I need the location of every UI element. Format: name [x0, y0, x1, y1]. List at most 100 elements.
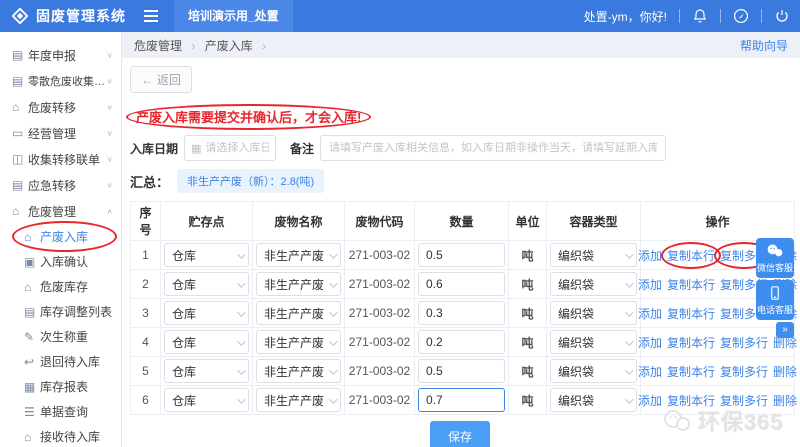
sidebar-item-return-pending-inbound[interactable]: ↩ 退回待入库	[0, 349, 121, 374]
sidebar-item-secondary-weighing[interactable]: ✎ 次生称重	[0, 324, 121, 349]
sidebar-item-stock-report[interactable]: ▦ 库存报表	[0, 374, 121, 399]
waste-name-select[interactable]: 非生产产废	[256, 243, 341, 267]
sidebar-item-waste-inbound[interactable]: ⌂ 产废入库	[0, 221, 121, 252]
sidebar-item-waste-stock[interactable]: ⌂ 危废库存	[0, 274, 121, 299]
quantity-input[interactable]	[418, 243, 505, 267]
quantity-input[interactable]	[418, 359, 505, 383]
wechat-service-button[interactable]: 微信客服	[756, 238, 794, 278]
copy-row-link[interactable]: 复制本行	[667, 363, 715, 380]
copy-multi-link[interactable]: 复制多行	[720, 363, 768, 380]
quantity-input[interactable]	[418, 330, 505, 354]
bell-icon[interactable]	[692, 8, 708, 24]
chevron-down-icon	[237, 250, 246, 259]
sidebar-item-business-mgmt[interactable]: ▭ 经营管理 ∨	[0, 120, 121, 146]
main-content: 危废管理 › 产废入库 › 帮助向导 ← 返回 产废入库需要提交并确认后，才会入…	[122, 32, 800, 447]
add-row-link[interactable]: 添加	[638, 392, 662, 409]
sidebar-item-receive-pending-inbound[interactable]: ⌂ 接收待入库	[0, 424, 121, 447]
copy-row-link[interactable]: 复制本行	[667, 249, 715, 263]
sidebar-item-waste-transfer[interactable]: ⌂ 危废转移 ∨	[0, 94, 121, 120]
col-header-quantity: 数量	[414, 201, 509, 241]
container-select[interactable]: 编织袋	[550, 272, 637, 296]
chevron-down-icon	[237, 337, 246, 346]
manifest-icon: ◫	[12, 152, 24, 166]
wechat-logo-icon	[664, 410, 691, 431]
unit-label: 吨	[508, 269, 547, 299]
menu-toggle-icon[interactable]	[144, 10, 158, 22]
waste-name-select[interactable]: 非生产产废	[256, 330, 341, 354]
add-row-link[interactable]: 添加	[638, 305, 662, 322]
unit-label: 吨	[508, 385, 547, 415]
breadcrumb: 危废管理 › 产废入库 › 帮助向导	[122, 32, 800, 58]
sidebar-item-collection-manifest[interactable]: ◫ 收集转移联单 ∨	[0, 146, 121, 172]
help-guide-link[interactable]: 帮助向导	[740, 37, 788, 54]
sidebar-item-annual-report[interactable]: ▤ 年度申报 ∨	[0, 42, 121, 68]
storage-select[interactable]: 仓库	[164, 359, 249, 383]
chevron-down-icon	[237, 366, 246, 375]
chevron-down-icon	[625, 337, 634, 346]
summary-label: 汇总：	[130, 174, 170, 190]
copy-row-link[interactable]: 复制本行	[667, 276, 715, 293]
breadcrumb-item-current[interactable]: 产废入库	[205, 39, 253, 53]
storage-select[interactable]: 仓库	[164, 301, 249, 325]
sidebar-item-document-query[interactable]: ☰ 单据查询	[0, 399, 121, 424]
storage-select[interactable]: 仓库	[164, 243, 249, 267]
phone-service-button[interactable]: 电话客服	[756, 280, 794, 320]
col-header-container: 容器类型	[546, 201, 641, 241]
chevron-down-icon	[329, 366, 338, 375]
row-number: 2	[130, 269, 161, 299]
sidebar-item-waste-mgmt[interactable]: ⌂ 危废管理 ∧	[0, 198, 121, 224]
guide-icon[interactable]	[733, 8, 749, 24]
back-button[interactable]: ← 返回	[130, 66, 193, 93]
list-icon: ☰	[24, 404, 35, 419]
quantity-input[interactable]	[418, 272, 505, 296]
sidebar-item-stock-adjust-list[interactable]: ▤ 库存调整列表	[0, 299, 121, 324]
sidebar-item-emergency-transfer[interactable]: ▤ 应急转移 ∨	[0, 172, 121, 198]
waste-name-select[interactable]: 非生产产废	[256, 359, 341, 383]
copy-row-link[interactable]: 复制本行	[667, 305, 715, 322]
storage-select[interactable]: 仓库	[164, 330, 249, 354]
storage-select[interactable]: 仓库	[164, 388, 249, 412]
quantity-input[interactable]	[418, 301, 505, 325]
container-select[interactable]: 编织袋	[550, 359, 637, 383]
remark-input[interactable]	[320, 135, 667, 161]
table-row: 2 仓库 非生产产废 271-003-02 吨 编织袋 添加 复制本行 复制多行…	[130, 269, 797, 299]
chevron-down-icon	[329, 308, 338, 317]
quantity-input[interactable]	[418, 388, 505, 412]
sidebar-item-scattered-waste[interactable]: ▤ 零散危废收集填报 ∨	[0, 68, 121, 94]
chevron-down-icon	[625, 308, 634, 317]
table-row: 1 仓库 非生产产废 271-003-02 吨 编织袋 添加 复制本行 复制多行…	[130, 240, 797, 270]
container-select[interactable]: 编织袋	[550, 243, 637, 267]
sidebar-item-inbound-confirm[interactable]: ▣ 入库确认	[0, 249, 121, 274]
inbound-date-picker[interactable]: ▦	[184, 135, 277, 161]
container-select[interactable]: 编织袋	[550, 301, 637, 325]
chevron-down-icon: ∨	[106, 154, 113, 163]
logout-power-icon[interactable]	[774, 8, 790, 24]
tab-active[interactable]: 培训演示用_处置	[174, 0, 293, 32]
waste-name-select[interactable]: 非生产产废	[256, 272, 341, 296]
collapse-panel-button[interactable]: »	[776, 322, 794, 338]
delete-row-link[interactable]: 删除	[773, 363, 797, 380]
container-select[interactable]: 编织袋	[550, 388, 637, 412]
chevron-down-icon	[237, 395, 246, 404]
container-select[interactable]: 编织袋	[550, 330, 637, 354]
add-row-link[interactable]: 添加	[638, 363, 662, 380]
save-button[interactable]: 保存	[429, 421, 490, 447]
breadcrumb-item[interactable]: 危废管理	[134, 39, 182, 53]
add-row-link[interactable]: 添加	[638, 276, 662, 293]
copy-row-link[interactable]: 复制本行	[667, 334, 715, 351]
chevron-down-icon	[237, 308, 246, 317]
table-row: 3 仓库 非生产产废 271-003-02 吨 编织袋 添加 复制本行 复制多行…	[130, 298, 797, 328]
col-header-waste-code: 废物代码	[344, 201, 415, 241]
add-row-link[interactable]: 添加	[638, 247, 662, 264]
storage-select[interactable]: 仓库	[164, 272, 249, 296]
waste-code: 271-003-02	[344, 269, 415, 299]
waste-name-select[interactable]: 非生产产废	[256, 388, 341, 412]
inbound-date-input[interactable]	[205, 142, 270, 154]
floating-service-stack: 微信客服 电话客服 »	[756, 238, 794, 338]
waste-name-select[interactable]: 非生产产废	[256, 301, 341, 325]
inbound-date-label: 入库日期	[130, 141, 179, 156]
inbound-table: 序号 贮存点 废物名称 废物代码 数量 单位 容器类型 操作 1 仓库 非生产产…	[130, 201, 797, 415]
unit-label: 吨	[508, 298, 547, 328]
add-row-link[interactable]: 添加	[638, 334, 662, 351]
chevron-up-icon: ∧	[106, 206, 113, 215]
